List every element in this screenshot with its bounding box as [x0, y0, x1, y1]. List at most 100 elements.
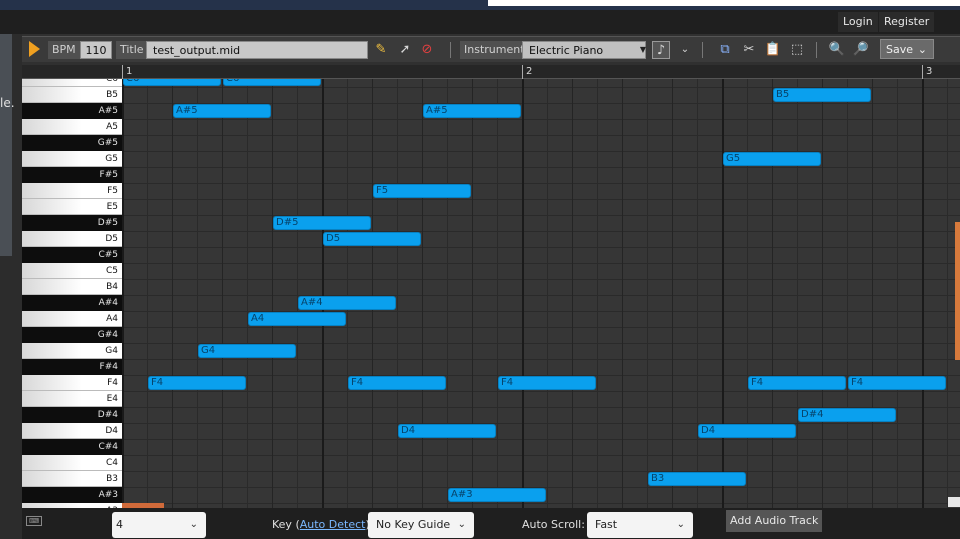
- grid-column-line: [197, 79, 198, 508]
- key-label: Key (Auto Detect):: [272, 518, 373, 531]
- left-panel-edge: [0, 34, 12, 256]
- piano-key[interactable]: C#5: [22, 247, 122, 263]
- piano-key[interactable]: B5: [22, 87, 122, 103]
- piano-key[interactable]: B3: [22, 471, 122, 487]
- key-guide-select[interactable]: No Key Guide ⌄: [368, 512, 474, 538]
- select-box-icon[interactable]: ⬚: [788, 41, 806, 59]
- piano-key[interactable]: A#5: [22, 103, 122, 119]
- title-input[interactable]: test_output.mid: [146, 41, 368, 59]
- piano-key[interactable]: G4: [22, 343, 122, 359]
- instrument-dropdown-arrow-icon[interactable]: ▼: [634, 41, 652, 59]
- grid-column-line: [322, 79, 324, 508]
- piano-key[interactable]: F4: [22, 375, 122, 391]
- grid-column-line: [572, 79, 573, 508]
- bar-tick: [922, 65, 923, 79]
- note-block[interactable]: G4: [198, 344, 296, 358]
- instrument-select[interactable]: Electric Piano: [522, 41, 646, 59]
- piano-key[interactable]: F#4: [22, 359, 122, 375]
- piano-key[interactable]: F#5: [22, 167, 122, 183]
- piano-key[interactable]: C5: [22, 263, 122, 279]
- note-block[interactable]: A4: [248, 312, 346, 326]
- note-block[interactable]: B3: [648, 472, 746, 486]
- piano-key[interactable]: F5: [22, 183, 122, 199]
- bar-number: 2: [526, 66, 533, 77]
- add-audio-track-button[interactable]: Add Audio Track: [726, 510, 823, 532]
- note-block[interactable]: B5: [773, 88, 871, 102]
- auto-scroll-value: Fast: [595, 518, 618, 531]
- zoom-in-icon[interactable]: 🔎: [852, 41, 870, 59]
- grid-column-line: [872, 79, 873, 508]
- piano-key[interactable]: E5: [22, 199, 122, 215]
- play-icon[interactable]: [29, 41, 40, 57]
- grid-column-line: [472, 79, 473, 508]
- note-grid[interactable]: C6C6A#5A#5B5G5F5D#5D5A#4A4G4F4F4F4F4F4D#…: [122, 79, 960, 508]
- register-button[interactable]: Register: [879, 12, 935, 32]
- note-block[interactable]: D4: [698, 424, 796, 438]
- timeline-ruler[interactable]: 1 2 3: [22, 65, 960, 79]
- piano-key[interactable]: E4: [22, 391, 122, 407]
- vertical-scrollbar-thumb[interactable]: [955, 222, 960, 360]
- piano-key[interactable]: G5: [22, 151, 122, 167]
- chevron-down-icon: ⌄: [676, 519, 685, 530]
- note-mode-icon[interactable]: ♪: [652, 41, 670, 59]
- piano-key[interactable]: D4: [22, 423, 122, 439]
- piano-key[interactable]: G#5: [22, 135, 122, 151]
- paste-icon[interactable]: 📋: [764, 41, 782, 59]
- bpm-input[interactable]: 110: [80, 41, 112, 59]
- snap-select-value: 4: [116, 518, 123, 531]
- login-button[interactable]: Login: [838, 12, 878, 32]
- note-block[interactable]: A#3: [448, 488, 546, 502]
- chevron-down-icon: ⌄: [189, 519, 198, 530]
- note-block[interactable]: D#5: [273, 216, 371, 230]
- piano-key[interactable]: C#4: [22, 439, 122, 455]
- note-block[interactable]: D#4: [798, 408, 896, 422]
- note-block[interactable]: C6: [223, 79, 321, 86]
- app-window: Login Register le. BPM 110 Title test_ou…: [0, 0, 960, 539]
- piano-key[interactable]: A4: [22, 311, 122, 327]
- piano-key[interactable]: G#4: [22, 327, 122, 343]
- note-block[interactable]: F4: [848, 376, 946, 390]
- piano-key[interactable]: A5: [22, 119, 122, 135]
- grid-column-line: [447, 79, 448, 508]
- note-block[interactable]: A#4: [298, 296, 396, 310]
- cut-icon[interactable]: ✂: [740, 41, 758, 59]
- piano-key[interactable]: C6: [22, 79, 122, 87]
- note-block[interactable]: A#5: [173, 104, 271, 118]
- note-block[interactable]: D5: [323, 232, 421, 246]
- piano-key[interactable]: D5: [22, 231, 122, 247]
- pencil-icon[interactable]: ✎: [372, 41, 390, 59]
- note-block[interactable]: G5: [723, 152, 821, 166]
- note-block[interactable]: D4: [398, 424, 496, 438]
- erase-icon[interactable]: ⊘: [418, 41, 436, 59]
- note-block[interactable]: F4: [498, 376, 596, 390]
- note-block[interactable]: F4: [348, 376, 446, 390]
- grid-column-line: [547, 79, 548, 508]
- note-block[interactable]: F4: [748, 376, 846, 390]
- snap-select[interactable]: 4 ⌄: [112, 512, 206, 538]
- note-block[interactable]: F4: [148, 376, 246, 390]
- bar-tick: [522, 65, 523, 79]
- auto-scroll-select[interactable]: Fast ⌄: [587, 512, 693, 538]
- piano-key[interactable]: D#4: [22, 407, 122, 423]
- piano-key[interactable]: C4: [22, 455, 122, 471]
- grid-column-line: [697, 79, 698, 508]
- keyboard-icon[interactable]: ⌨: [26, 516, 42, 526]
- note-block[interactable]: A#5: [423, 104, 521, 118]
- note-block[interactable]: C6: [123, 79, 221, 86]
- piano-key[interactable]: A#4: [22, 295, 122, 311]
- note-block[interactable]: F5: [373, 184, 471, 198]
- auto-detect-link[interactable]: Auto Detect: [300, 518, 366, 531]
- top-white-strip: [488, 0, 960, 6]
- piano-key[interactable]: D#5: [22, 215, 122, 231]
- chevron-down-icon[interactable]: ⌄: [676, 41, 694, 59]
- grid-column-line: [647, 79, 648, 508]
- grid-column-line: [497, 79, 498, 508]
- save-chevron-icon: ⌄: [917, 43, 927, 56]
- pointer-icon[interactable]: ➚: [396, 41, 414, 59]
- copy-icon[interactable]: ⧉: [716, 41, 734, 59]
- piano-key[interactable]: A#3: [22, 487, 122, 503]
- piano-key[interactable]: B4: [22, 279, 122, 295]
- save-button[interactable]: Save ⌄: [880, 39, 934, 59]
- zoom-out-icon[interactable]: 🔍: [828, 41, 846, 59]
- grid-column-line: [597, 79, 598, 508]
